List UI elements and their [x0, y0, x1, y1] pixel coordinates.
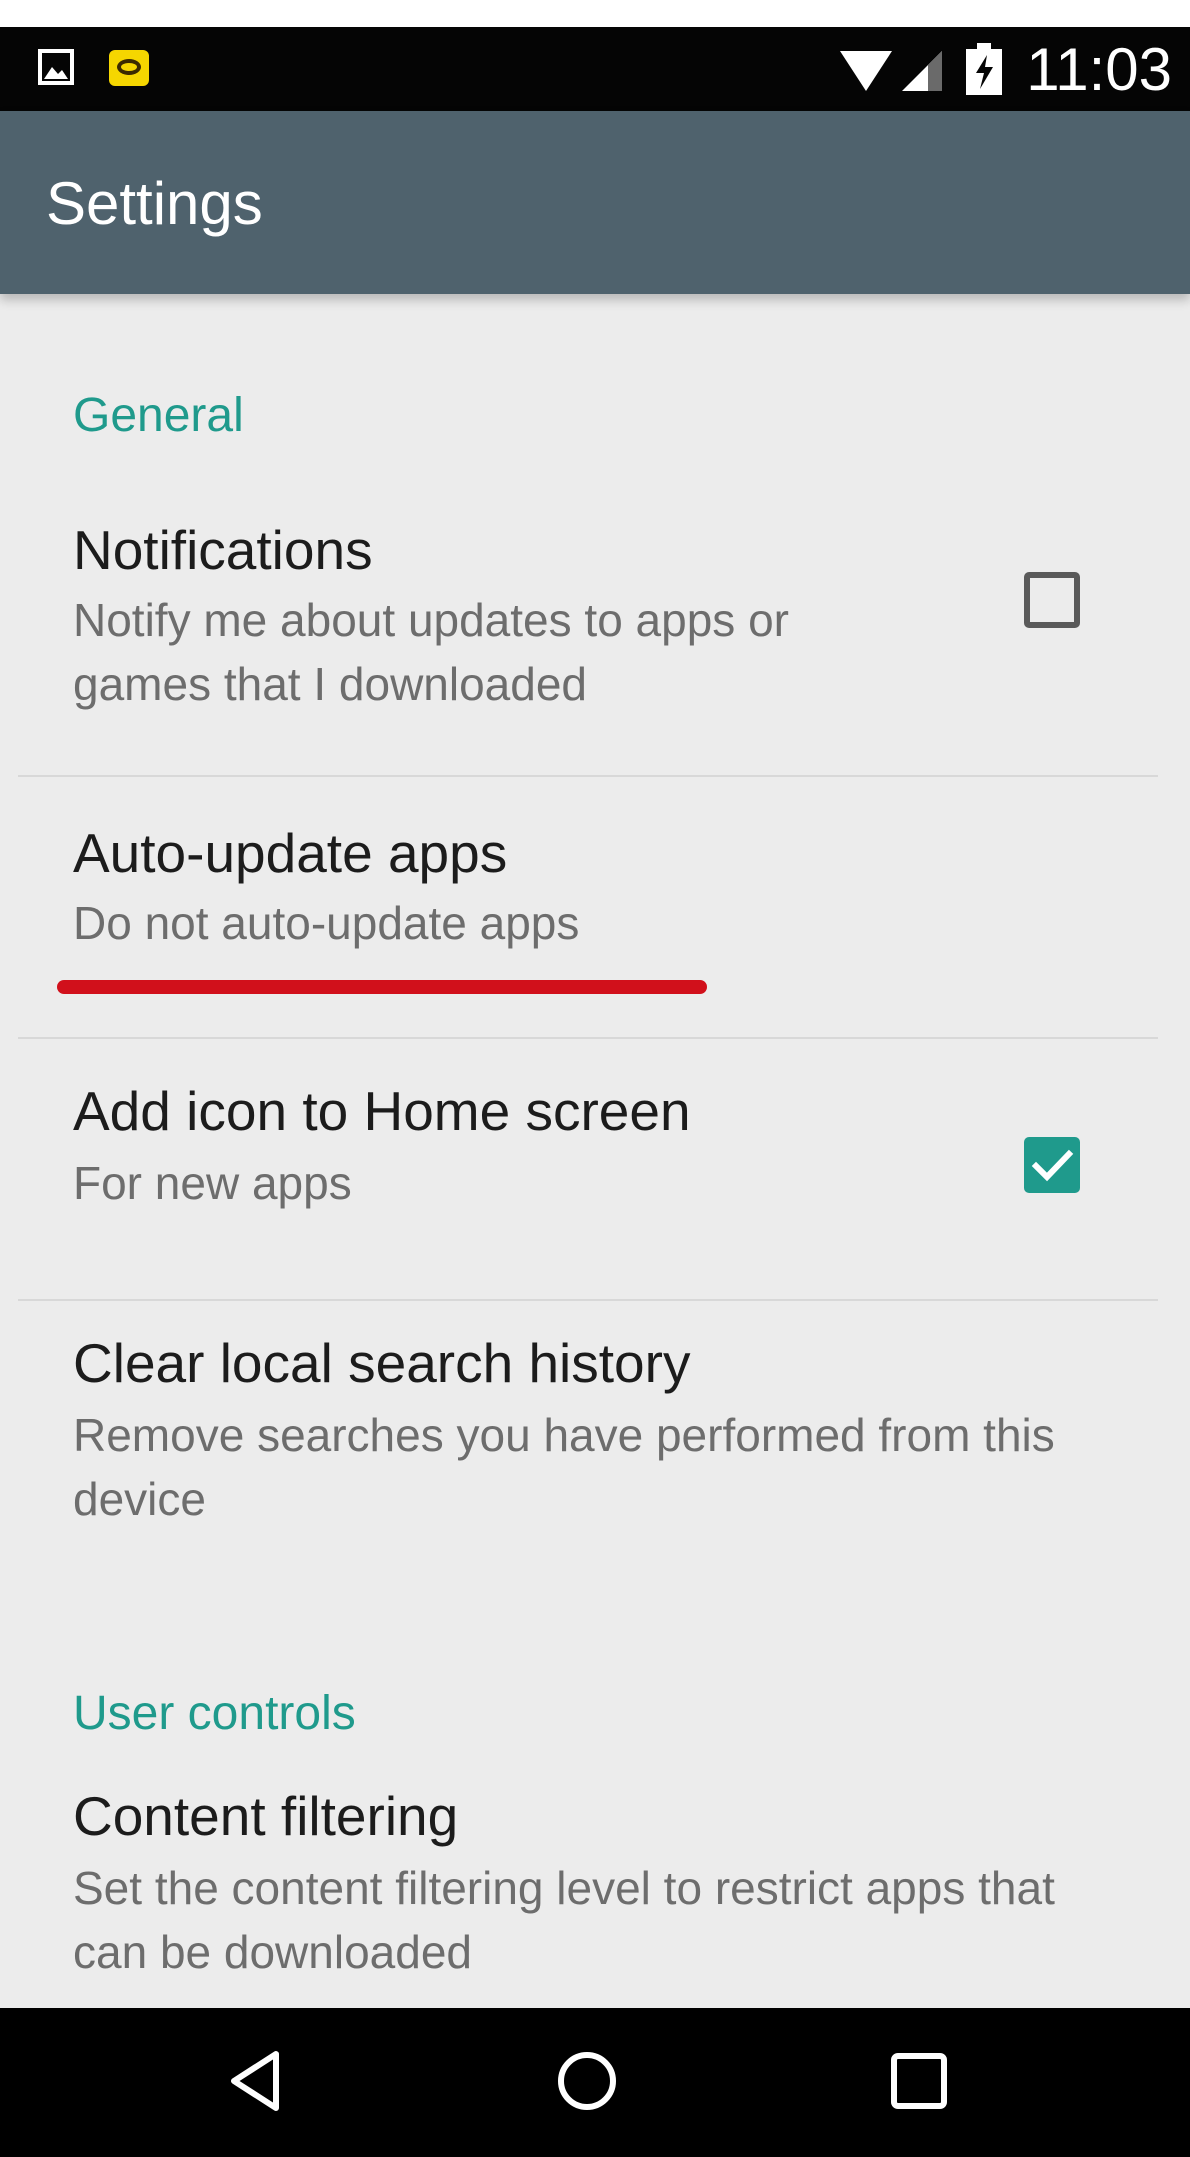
pref-clear-search-history[interactable]: Clear local search history Remove search…: [0, 1301, 1190, 1581]
pref-title: Clear local search history: [73, 1332, 691, 1394]
chat-notification-icon: [108, 49, 150, 92]
pref-content-filtering[interactable]: Content filtering Set the content filter…: [0, 1754, 1190, 2008]
back-icon[interactable]: [222, 2046, 292, 2116]
annotation-underline: [57, 980, 707, 994]
app-bar: Settings: [0, 111, 1190, 294]
home-icon[interactable]: [552, 2046, 622, 2116]
battery-icon: [966, 43, 1002, 100]
image-notification-icon: [38, 49, 74, 90]
pref-summary: Notify me about updates to apps or games…: [73, 594, 789, 710]
check-icon: [1031, 1149, 1074, 1182]
pref-title: Add icon to Home screen: [73, 1080, 691, 1142]
pref-title: Notifications: [73, 519, 373, 581]
android-screen: 11:03 Settings General Notifications Not…: [0, 27, 1190, 2157]
phone-screen: 11:03 Settings General Notifications Not…: [0, 0, 1190, 2157]
clock-time: 11:03: [1026, 36, 1172, 103]
status-bar: 11:03: [0, 27, 1190, 111]
page-title: Settings: [46, 170, 263, 237]
pref-notifications[interactable]: Notifications Notify me about updates to…: [0, 474, 1190, 754]
section-header-general: General: [73, 389, 244, 442]
pref-summary: Do not auto-update apps: [73, 897, 580, 949]
add-icon-checkbox[interactable]: [1024, 1137, 1080, 1193]
pref-add-icon-home-screen[interactable]: Add icon to Home screen For new apps: [0, 1039, 1190, 1299]
pref-summary: Set the content filtering level to restr…: [73, 1862, 1055, 1978]
navigation-bar: [0, 2008, 1190, 2157]
section-header-user-controls: User controls: [73, 1687, 356, 1740]
wifi-icon: [840, 51, 892, 96]
pref-summary: For new apps: [73, 1157, 352, 1209]
settings-list[interactable]: General Notifications Notify me about up…: [0, 294, 1190, 2008]
cell-signal-icon: [902, 51, 942, 96]
pref-auto-update-apps[interactable]: Auto-update apps Do not auto-update apps: [0, 777, 1190, 1037]
pref-title: Content filtering: [73, 1785, 459, 1847]
notifications-checkbox[interactable]: [1024, 572, 1080, 628]
pref-title: Auto-update apps: [73, 822, 508, 884]
pref-summary: Remove searches you have performed from …: [73, 1409, 1055, 1525]
recents-icon[interactable]: [884, 2046, 954, 2116]
